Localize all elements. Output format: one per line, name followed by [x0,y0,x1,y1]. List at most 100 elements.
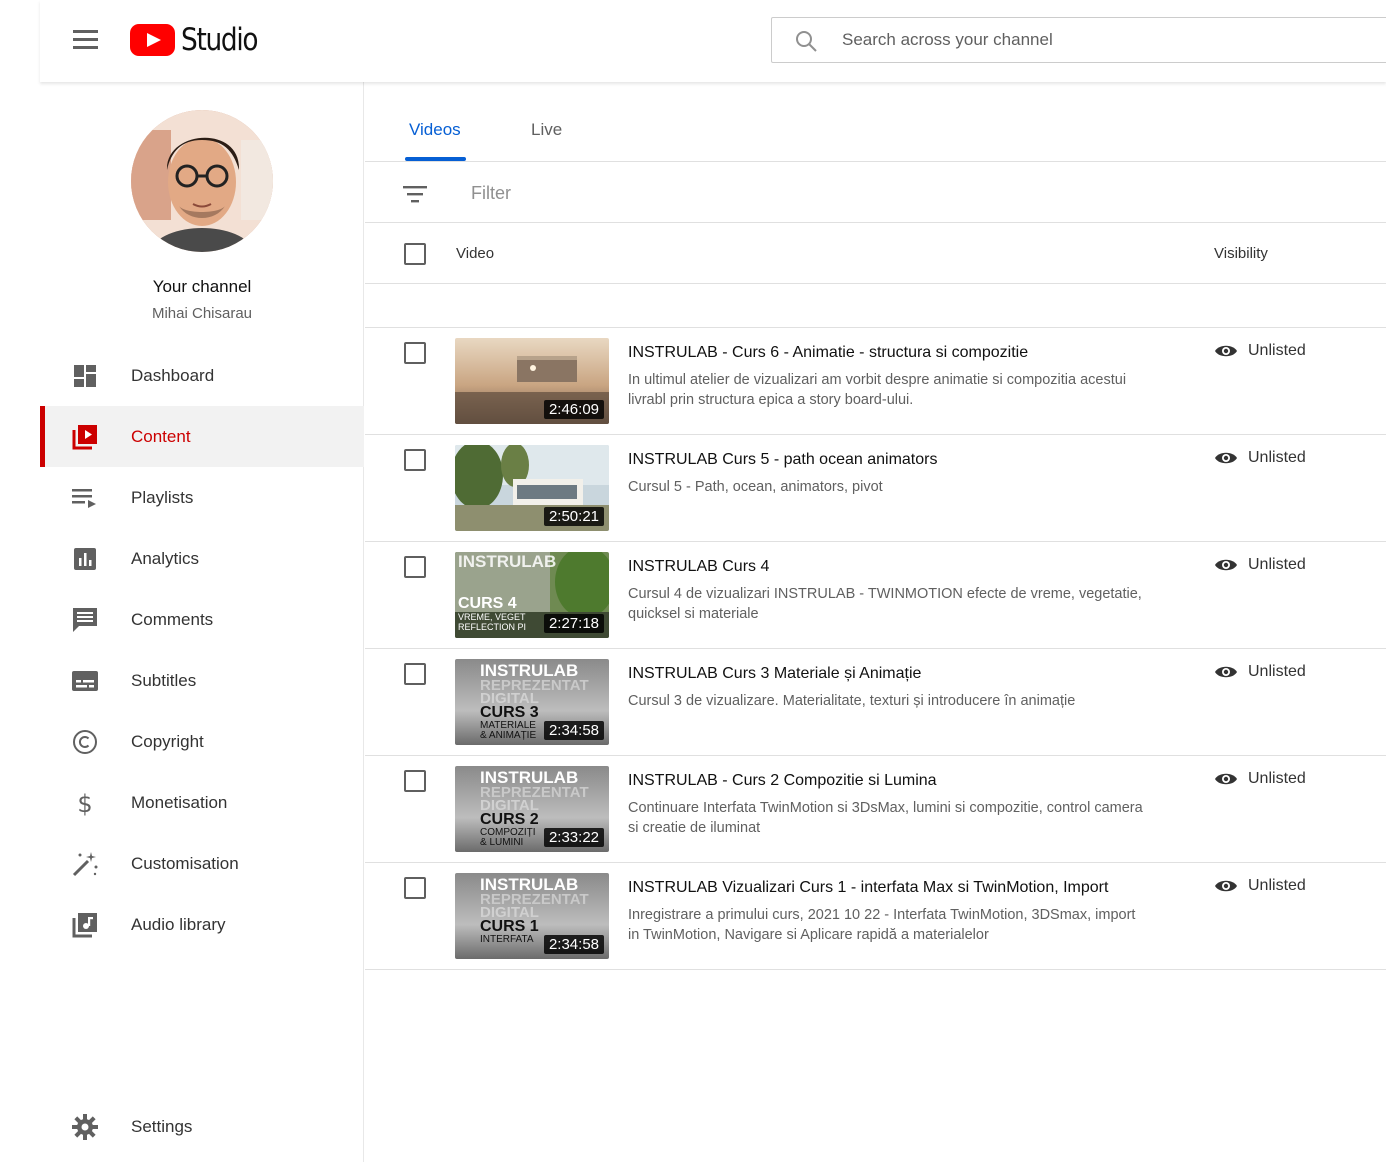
visibility-status: Unlisted [1248,556,1306,573]
eye-icon [1215,345,1237,357]
video-duration: 2:27:18 [543,614,604,633]
visibility-cell[interactable]: Unlisted [1214,342,1306,360]
sidebar-item-monetisation[interactable]: $ Monetisation [40,772,364,833]
sidebar-item-content[interactable]: Content [40,406,364,467]
eye-icon [1215,666,1237,678]
video-duration: 2:46:09 [543,400,604,419]
video-description: In ultimul atelier de vizualizari am vor… [628,372,1127,408]
analytics-icon [71,545,99,573]
video-title[interactable]: INSTRULAB Vizualizari Curs 1 - interfata… [628,879,1108,897]
video-duration: 2:50:21 [543,507,604,526]
row-checkbox[interactable] [404,770,426,792]
table-row[interactable]: INSTRULAB CURS 4 VREME, VEGET REFLECTION… [365,542,1386,649]
visibility-cell[interactable]: Unlisted [1214,770,1306,788]
svg-text:$: $ [77,790,92,817]
sidebar-item-label: Copyright [131,731,204,751]
visibility-status: Unlisted [1248,342,1306,359]
sidebar-item-audio-library[interactable]: Audio library [40,894,364,955]
thumbnail-text: & LUMINI [480,837,524,848]
content-icon [71,423,99,451]
sidebar-nav: Dashboard Content Playlists Analytics Co… [40,345,364,955]
search-input[interactable] [842,26,1382,54]
sidebar-item-label: Customisation [131,853,239,873]
playlists-icon [71,484,99,512]
video-thumbnail[interactable]: 2:46:09 [455,338,609,424]
video-description: Cursul 3 de vizualizare. Materialitate, … [628,693,1076,709]
sidebar-item-label: Monetisation [131,792,228,812]
sidebar-item-label: Playlists [131,487,194,507]
content-panel: Videos Live Video Visibility 2 [365,82,1386,1162]
sidebar-item-customisation[interactable]: Customisation [40,833,364,894]
row-checkbox[interactable] [404,342,426,364]
row-checkbox[interactable] [404,877,426,899]
visibility-cell[interactable]: Unlisted [1214,877,1306,895]
column-header-visibility[interactable]: Visibility [1214,245,1268,262]
sidebar-item-settings[interactable]: Settings [40,1096,364,1157]
table-row[interactable]: INSTRULAB REPREZENTAT DIGITAL CURS 3 MAT… [365,649,1386,756]
video-thumbnail[interactable]: 2:50:21 [455,445,609,531]
dashboard-icon [71,362,99,390]
table-spacer [365,285,1386,328]
thumbnail-text: INSTRULAB [458,552,557,571]
subtitles-icon [71,667,99,695]
magic-wand-icon [71,850,99,878]
table-row[interactable]: INSTRULAB REPREZENTAT DIGITAL CURS 2 COM… [365,756,1386,863]
video-thumbnail[interactable]: INSTRULAB CURS 4 VREME, VEGET REFLECTION… [455,552,609,638]
thumbnail-text: CURS 4 [458,595,517,612]
sidebar-item-label: Analytics [131,548,200,568]
video-title[interactable]: INSTRULAB - Curs 2 Compozitie si Lumina [628,772,937,790]
studio-logo[interactable]: Studio [130,22,271,58]
comments-icon [71,606,99,634]
table-header: Video Visibility [365,224,1386,284]
video-description: Inregistrare a primului curs, 2021 10 22… [628,907,1136,943]
sidebar-item-analytics[interactable]: Analytics [40,528,364,589]
table-row[interactable]: 2:46:09 INSTRULAB - Curs 6 - Animatie - … [365,328,1386,435]
sidebar-item-subtitles[interactable]: Subtitles [40,650,364,711]
visibility-status: Unlisted [1248,877,1306,894]
visibility-cell[interactable]: Unlisted [1214,663,1306,681]
video-title[interactable]: INSTRULAB - Curs 6 - Animatie - structur… [628,344,1028,362]
audio-library-icon [71,911,99,939]
video-duration: 2:34:58 [543,935,604,954]
active-tab-indicator [405,157,466,161]
video-title[interactable]: INSTRULAB Curs 3 Materiale și Animație [628,665,921,683]
copyright-icon [71,728,99,756]
row-checkbox[interactable] [404,449,426,471]
filter-input[interactable] [471,179,971,207]
content-tabs: Videos Live [365,82,1386,162]
visibility-cell[interactable]: Unlisted [1214,449,1306,467]
channel-name: Mihai Chisarau [151,305,253,322]
thumbnail-text: INTERFATA [480,934,534,945]
video-title[interactable]: INSTRULAB Curs 5 - path ocean animators [628,451,937,469]
row-checkbox[interactable] [404,556,426,578]
video-thumbnail[interactable]: INSTRULAB REPREZENTAT DIGITAL CURS 2 COM… [455,766,609,852]
eye-icon [1215,773,1237,785]
sidebar-item-playlists[interactable]: Playlists [40,467,364,528]
row-checkbox[interactable] [404,663,426,685]
video-title[interactable]: INSTRULAB Curs 4 [628,558,769,576]
menu-icon[interactable] [73,30,98,50]
visibility-cell[interactable]: Unlisted [1214,556,1306,574]
tab-live[interactable]: Live [531,120,562,140]
video-duration: 2:34:58 [543,721,604,740]
video-description: Cursul 4 de vizualizari INSTRULAB - TWIN… [628,586,1142,622]
video-thumbnail[interactable]: INSTRULAB REPREZENTAT DIGITAL CURS 1 INT… [455,873,609,959]
table-row[interactable]: 2:50:21 INSTRULAB Curs 5 - path ocean an… [365,435,1386,542]
sidebar-item-copyright[interactable]: Copyright [40,711,364,772]
sidebar-item-comments[interactable]: Comments [40,589,364,650]
sidebar-item-label: Content [131,426,191,446]
settings-label: Settings [131,1116,193,1136]
thumbnail-text: & ANIMAȚIE [480,730,537,741]
eye-icon [1215,452,1237,464]
select-all-checkbox[interactable] [404,243,426,265]
search-box[interactable] [771,17,1386,63]
video-duration: 2:33:22 [543,828,604,847]
filter-icon[interactable] [403,184,427,204]
sidebar: Your channel Mihai Chisarau Dashboard Co… [40,82,364,1162]
sidebar-item-dashboard[interactable]: Dashboard [40,345,364,406]
video-thumbnail[interactable]: INSTRULAB REPREZENTAT DIGITAL CURS 3 MAT… [455,659,609,745]
table-row[interactable]: INSTRULAB REPREZENTAT DIGITAL CURS 1 INT… [365,863,1386,970]
search-icon[interactable] [794,29,818,53]
avatar[interactable] [131,110,273,252]
tab-videos[interactable]: Videos [409,120,461,140]
